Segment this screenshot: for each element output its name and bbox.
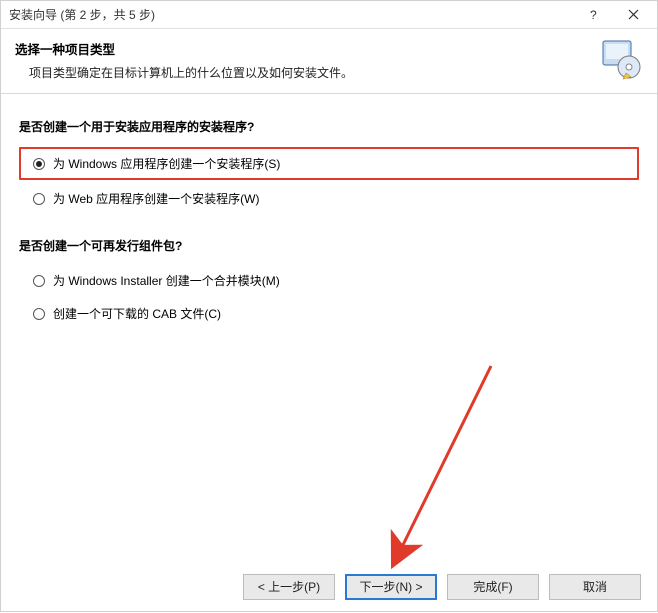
finish-button[interactable]: 完成(F)	[447, 574, 539, 600]
radio-indicator	[33, 275, 45, 287]
close-button[interactable]	[613, 2, 653, 28]
help-icon: ?	[587, 9, 599, 21]
radio-label: 为 Web 应用程序创建一个安装程序(W)	[53, 190, 259, 207]
svg-text:?: ?	[590, 9, 597, 21]
question-redistributable: 是否创建一个可再发行组件包?	[19, 237, 639, 254]
wizard-header: 选择一种项目类型 项目类型确定在目标计算机上的什么位置以及如何安装文件。	[1, 29, 657, 94]
next-button[interactable]: 下一步(N) >	[345, 574, 437, 600]
radio-merge-module[interactable]: 为 Windows Installer 创建一个合并模块(M)	[19, 266, 639, 295]
radio-label: 为 Windows 应用程序创建一个安装程序(S)	[53, 155, 280, 172]
radio-windows-app[interactable]: 为 Windows 应用程序创建一个安装程序(S)	[19, 147, 639, 180]
radio-web-app[interactable]: 为 Web 应用程序创建一个安装程序(W)	[19, 184, 639, 213]
wizard-content: 是否创建一个用于安装应用程序的安装程序? 为 Windows 应用程序创建一个安…	[1, 94, 657, 567]
radio-label: 为 Windows Installer 创建一个合并模块(M)	[53, 272, 280, 289]
radio-label: 创建一个可下载的 CAB 文件(C)	[53, 305, 221, 322]
radio-indicator	[33, 193, 45, 205]
radio-indicator	[33, 158, 45, 170]
radio-cab-file[interactable]: 创建一个可下载的 CAB 文件(C)	[19, 299, 639, 328]
installer-wizard-icon	[599, 37, 643, 81]
wizard-buttons: < 上一步(P) 下一步(N) > 完成(F) 取消	[1, 567, 657, 611]
window-title: 安装向导 (第 2 步，共 5 步)	[9, 6, 573, 23]
wizard-dialog: 安装向导 (第 2 步，共 5 步) ? 选择一种项目类型 项目类型确定在目标计…	[0, 0, 658, 612]
question-installer: 是否创建一个用于安装应用程序的安装程序?	[19, 118, 639, 135]
page-subtitle: 项目类型确定在目标计算机上的什么位置以及如何安装文件。	[15, 64, 643, 81]
help-button[interactable]: ?	[573, 2, 613, 28]
radio-indicator	[33, 308, 45, 320]
titlebar: 安装向导 (第 2 步，共 5 步) ?	[1, 1, 657, 29]
close-icon	[628, 9, 639, 20]
cancel-button[interactable]: 取消	[549, 574, 641, 600]
prev-button[interactable]: < 上一步(P)	[243, 574, 335, 600]
page-title: 选择一种项目类型	[15, 39, 643, 58]
